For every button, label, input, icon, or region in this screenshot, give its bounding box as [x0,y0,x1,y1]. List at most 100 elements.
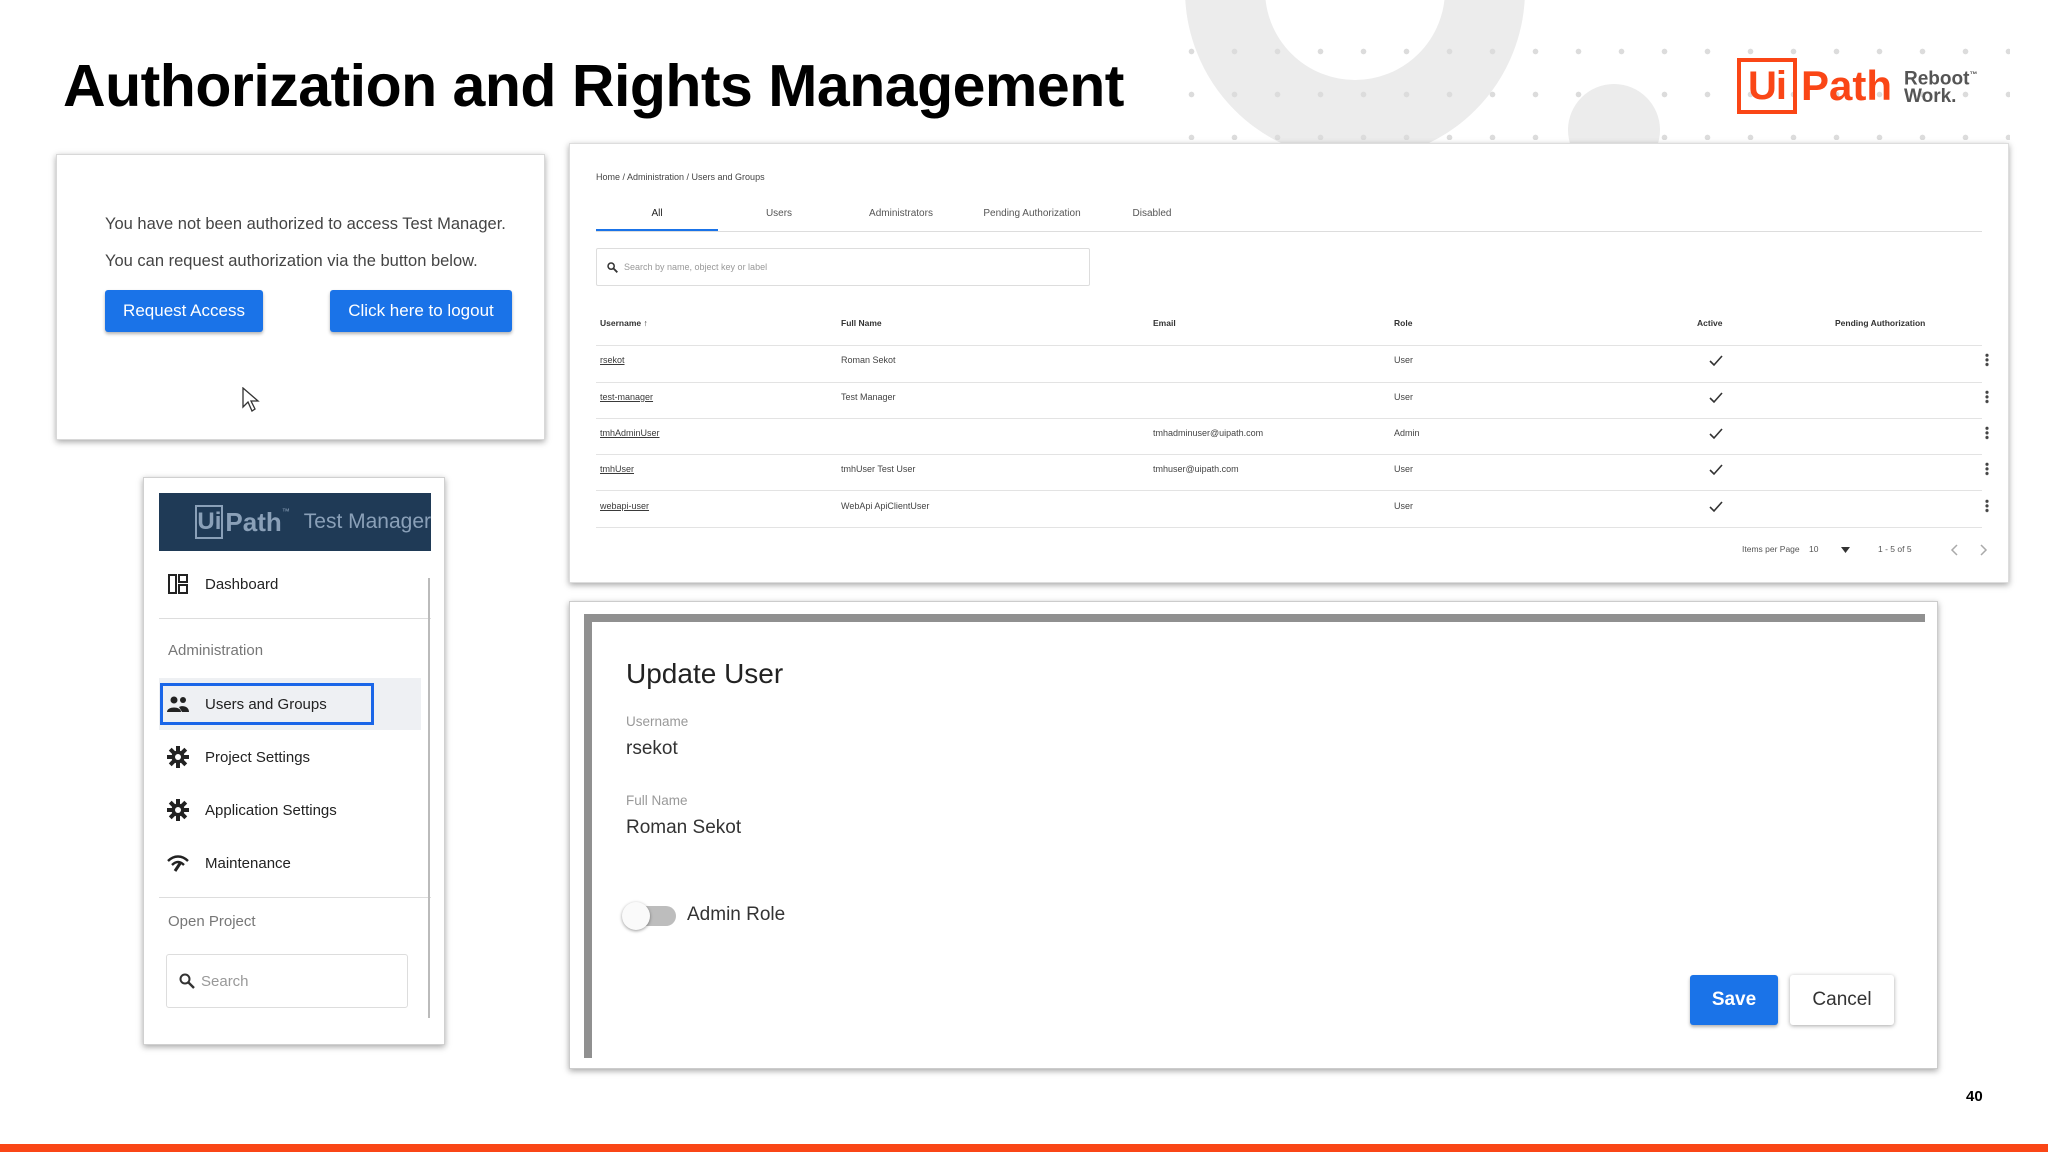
username-link[interactable]: test-manager [600,392,653,402]
cancel-button[interactable]: Cancel [1790,975,1894,1025]
role-cell: User [1394,464,1414,474]
nav-divider [159,897,431,898]
row-menu-icon[interactable] [1985,426,1989,440]
app-header: Ui Path ™ Test Manager [159,493,431,551]
fullname-label: Full Name [626,793,688,808]
dashboard-icon [165,571,191,597]
next-page-icon[interactable] [1980,544,1988,556]
column-header-username[interactable]: Username ↑ [600,318,648,328]
uipath-logo: Ui Path Reboot™ Work. [1737,56,1977,116]
admin-role-toggle-thumb[interactable] [622,902,650,930]
header-divider [596,345,1982,346]
row-menu-icon[interactable] [1985,390,1989,404]
username-label: Username [626,714,689,729]
active-tab-indicator [596,229,718,231]
username-link[interactable]: tmhUser [600,464,634,474]
page-number: 40 [1966,1088,1983,1105]
nav-item-label: Dashboard [205,575,279,593]
row-divider [596,454,1982,455]
full-name-cell: WebApi ApiClientUser [841,501,930,511]
full-name-cell: Roman Sekot [841,355,896,365]
column-header-active[interactable]: Active [1697,318,1723,328]
logo-tagline-2: Work. [1904,86,1957,108]
project-search-input[interactable]: Search [166,954,408,1008]
column-header-role[interactable]: Role [1394,318,1412,328]
auth-message-2: You can request authorization via the bu… [105,252,478,270]
gear-icon [165,797,191,823]
search-placeholder: Search by name, object key or label [624,262,768,272]
row-divider [596,382,1982,383]
not-authorized-panel: You have not been authorized to access T… [56,154,545,440]
pagination-range: 1 - 5 of 5 [1878,544,1912,554]
active-check-icon [1709,355,1723,367]
username-link[interactable]: webapi-user [600,501,649,511]
auth-message-1: You have not been authorized to access T… [105,215,506,233]
nav-divider [159,618,431,619]
tabs-divider [596,231,1982,232]
nav-item-label: Project Settings [205,748,311,766]
items-per-page-label: Items per Page [1742,544,1800,554]
sort-ascending-icon: ↑ [643,318,648,328]
nav-item-project-settings[interactable]: Project Settings [159,736,431,778]
column-header-full-name[interactable]: Full Name [841,318,882,328]
previous-page-icon[interactable] [1950,544,1958,556]
role-cell: User [1394,392,1414,402]
section-open-project: Open Project [168,913,256,930]
active-check-icon [1709,501,1723,513]
app-name: Test Manager [303,510,431,533]
role-cell: Admin [1394,428,1420,438]
row-menu-icon[interactable] [1985,353,1989,367]
logo-word: Path [1801,62,1893,109]
email-cell: tmhadminuser@uipath.com [1153,428,1264,438]
search-placeholder: Search [201,972,249,990]
users-and-groups-panel: Home / Administration / Users and Groups… [569,143,2009,583]
nav-logo-word: Path [225,506,282,537]
mouse-cursor-icon [242,387,260,412]
search-icon [607,261,618,273]
fullname-value: Roman Sekot [626,817,742,838]
row-divider [596,527,1982,528]
nav-logo-tm: ™ [281,507,290,516]
nav-item-label: Maintenance [205,854,291,872]
email-cell: tmhuser@uipath.com [1153,464,1239,474]
search-icon [179,973,195,989]
full-name-cell: Test Manager [841,392,896,402]
section-administration: Administration [168,642,264,659]
scrollbar[interactable] [428,578,430,1018]
role-cell: User [1394,501,1414,511]
active-check-icon [1709,392,1723,404]
row-divider [596,490,1982,491]
save-button[interactable]: Save [1690,975,1778,1025]
row-menu-icon[interactable] [1985,499,1989,513]
slide-title: Authorization and Rights Management [63,53,1124,119]
logo-tm: ™ [1969,69,1978,79]
username-link[interactable]: rsekot [600,355,625,365]
breadcrumb: Home / Administration / Users and Groups [596,172,765,182]
username-link[interactable]: tmhAdminUser [600,428,660,438]
logout-button[interactable]: Click here to logout [330,290,512,332]
nav-item-dashboard[interactable]: Dashboard [159,563,431,605]
selection-highlight [160,683,374,725]
username-value: rsekot [626,738,678,759]
row-divider [596,418,1982,419]
nav-logo-mark: Ui [195,505,224,539]
users-search-input[interactable]: Search by name, object key or label [596,248,1090,286]
admin-role-label: Admin Role [687,904,786,925]
maintenance-icon [165,850,191,876]
brand-footer-bar [0,1144,2048,1152]
full-name-cell: tmhUser Test User [841,464,916,474]
dropdown-arrow-icon[interactable] [1841,547,1850,553]
active-check-icon [1709,464,1723,476]
items-per-page-select[interactable]: 10 [1809,544,1818,554]
update-user-dialog: Update User Username rsekot Full Name Ro… [569,601,1938,1069]
nav-item-label: Application Settings [205,801,337,819]
role-cell: User [1394,355,1414,365]
row-menu-icon[interactable] [1985,462,1989,476]
dialog-title: Update User [626,658,784,689]
column-header-pending-authorization[interactable]: Pending Authorization [1835,318,1925,328]
logo-tagline: Reboot™ Work. [1904,66,1977,106]
nav-item-application-settings[interactable]: Application Settings [159,789,431,831]
request-access-button[interactable]: Request Access [105,290,263,332]
nav-item-maintenance[interactable]: Maintenance [159,842,431,884]
column-header-email[interactable]: Email [1153,318,1176,328]
